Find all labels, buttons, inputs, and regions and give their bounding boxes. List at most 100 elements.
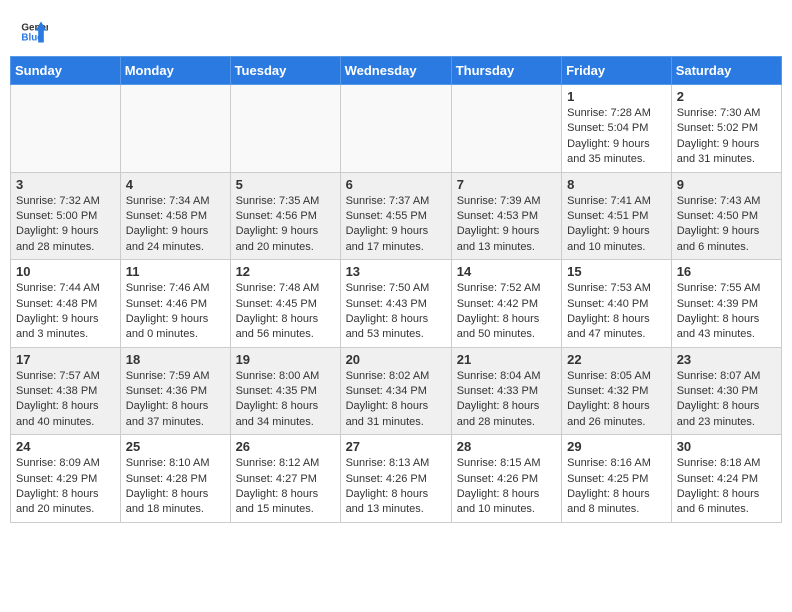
logo: General Blue: [20, 18, 48, 46]
day-header-sunday: Sunday: [11, 57, 121, 85]
day-header-tuesday: Tuesday: [230, 57, 340, 85]
calendar-cell: 18 Sunrise: 7:59 AM Sunset: 4:36 PM Dayli…: [120, 347, 230, 435]
day-info: Sunrise: 7:35 AM Sunset: 4:56 PM Dayligh…: [236, 194, 335, 256]
day-info: Sunrise: 7:32 AM Sunset: 5:00 PM Dayligh…: [16, 194, 115, 256]
day-info: Sunrise: 7:41 AM Sunset: 4:51 PM Dayligh…: [567, 194, 666, 256]
calendar-week-row: 10 Sunrise: 7:44 AM Sunset: 4:48 PM Dayli…: [11, 260, 782, 348]
calendar-week-row: 3 Sunrise: 7:32 AM Sunset: 5:00 PM Daylig…: [11, 172, 782, 260]
day-number: 11: [126, 264, 225, 279]
header: General Blue: [10, 10, 782, 50]
calendar-cell: [340, 85, 451, 173]
calendar-week-row: 1 Sunrise: 7:28 AM Sunset: 5:04 PM Daylig…: [11, 85, 782, 173]
day-number: 5: [236, 177, 335, 192]
calendar-cell: 2 Sunrise: 7:30 AM Sunset: 5:02 PM Daylig…: [671, 85, 781, 173]
calendar-cell: 11 Sunrise: 7:46 AM Sunset: 4:46 PM Dayli…: [120, 260, 230, 348]
day-number: 20: [346, 352, 446, 367]
calendar-cell: 29Sunrise: 8:16 AM Sunset: 4:25 PM Dayli…: [562, 435, 672, 523]
day-info: Sunrise: 7:50 AM Sunset: 4:43 PM Dayligh…: [346, 281, 446, 343]
calendar-cell: 8 Sunrise: 7:41 AM Sunset: 4:51 PM Daylig…: [562, 172, 672, 260]
logo-icon: General Blue: [20, 18, 48, 46]
day-number: 18: [126, 352, 225, 367]
day-number: 15: [567, 264, 666, 279]
day-header-friday: Friday: [562, 57, 672, 85]
day-info: Sunrise: 8:15 AM Sunset: 4:26 PM Dayligh…: [457, 456, 556, 518]
day-info: Sunrise: 7:57 AM Sunset: 4:38 PM Dayligh…: [16, 369, 115, 431]
day-number: 21: [457, 352, 556, 367]
calendar-cell: 28 Sunrise: 8:15 AM Sunset: 4:26 PM Dayli…: [451, 435, 561, 523]
day-info: Sunrise: 7:39 AM Sunset: 4:53 PM Dayligh…: [457, 194, 556, 256]
calendar-week-row: 17 Sunrise: 7:57 AM Sunset: 4:38 PM Dayli…: [11, 347, 782, 435]
day-number: 19: [236, 352, 335, 367]
day-number: 1: [567, 89, 666, 104]
calendar-cell: 23Sunrise: 8:07 AM Sunset: 4:30 PM Dayli…: [671, 347, 781, 435]
day-info: Sunrise: 7:28 AM Sunset: 5:04 PM Dayligh…: [567, 106, 666, 168]
day-number: 16: [677, 264, 776, 279]
calendar-cell: 3 Sunrise: 7:32 AM Sunset: 5:00 PM Daylig…: [11, 172, 121, 260]
day-number: 8: [567, 177, 666, 192]
day-info: Sunrise: 8:13 AM Sunset: 4:26 PM Dayligh…: [346, 456, 446, 518]
day-header-wednesday: Wednesday: [340, 57, 451, 85]
day-number: 25: [126, 439, 225, 454]
day-info: Sunrise: 8:18 AM Sunset: 4:24 PM Dayligh…: [677, 456, 776, 518]
day-number: 9: [677, 177, 776, 192]
calendar: SundayMondayTuesdayWednesdayThursdayFrid…: [10, 56, 782, 523]
day-info: Sunrise: 7:48 AM Sunset: 4:45 PM Dayligh…: [236, 281, 335, 343]
day-info: Sunrise: 8:05 AM Sunset: 4:32 PM Dayligh…: [567, 369, 666, 431]
day-info: Sunrise: 8:10 AM Sunset: 4:28 PM Dayligh…: [126, 456, 225, 518]
calendar-cell: 5 Sunrise: 7:35 AM Sunset: 4:56 PM Daylig…: [230, 172, 340, 260]
day-number: 22: [567, 352, 666, 367]
calendar-cell: 21Sunrise: 8:04 AM Sunset: 4:33 PM Dayli…: [451, 347, 561, 435]
calendar-cell: 14Sunrise: 7:52 AM Sunset: 4:42 PM Dayli…: [451, 260, 561, 348]
day-number: 26: [236, 439, 335, 454]
calendar-cell: [11, 85, 121, 173]
calendar-cell: [120, 85, 230, 173]
calendar-cell: 25 Sunrise: 8:10 AM Sunset: 4:28 PM Dayli…: [120, 435, 230, 523]
day-number: 14: [457, 264, 556, 279]
calendar-cell: 4 Sunrise: 7:34 AM Sunset: 4:58 PM Daylig…: [120, 172, 230, 260]
calendar-cell: 19 Sunrise: 8:00 AM Sunset: 4:35 PM Dayli…: [230, 347, 340, 435]
day-number: 27: [346, 439, 446, 454]
day-number: 29: [567, 439, 666, 454]
calendar-cell: 27 Sunrise: 8:13 AM Sunset: 4:26 PM Dayli…: [340, 435, 451, 523]
calendar-cell: 17 Sunrise: 7:57 AM Sunset: 4:38 PM Dayli…: [11, 347, 121, 435]
day-info: Sunrise: 8:07 AM Sunset: 4:30 PM Dayligh…: [677, 369, 776, 431]
day-number: 17: [16, 352, 115, 367]
calendar-cell: 16 Sunrise: 7:55 AM Sunset: 4:39 PM Dayli…: [671, 260, 781, 348]
day-header-monday: Monday: [120, 57, 230, 85]
day-number: 30: [677, 439, 776, 454]
day-info: Sunrise: 7:34 AM Sunset: 4:58 PM Dayligh…: [126, 194, 225, 256]
calendar-header-row: SundayMondayTuesdayWednesdayThursdayFrid…: [11, 57, 782, 85]
calendar-cell: 22 Sunrise: 8:05 AM Sunset: 4:32 PM Dayli…: [562, 347, 672, 435]
day-number: 2: [677, 89, 776, 104]
day-info: Sunrise: 7:46 AM Sunset: 4:46 PM Dayligh…: [126, 281, 225, 343]
day-info: Sunrise: 7:53 AM Sunset: 4:40 PM Dayligh…: [567, 281, 666, 343]
calendar-cell: 24Sunrise: 8:09 AM Sunset: 4:29 PM Dayli…: [11, 435, 121, 523]
day-info: Sunrise: 7:55 AM Sunset: 4:39 PM Dayligh…: [677, 281, 776, 343]
calendar-cell: [230, 85, 340, 173]
day-info: Sunrise: 7:30 AM Sunset: 5:02 PM Dayligh…: [677, 106, 776, 168]
day-number: 3: [16, 177, 115, 192]
day-info: Sunrise: 7:44 AM Sunset: 4:48 PM Dayligh…: [16, 281, 115, 343]
calendar-cell: 12 Sunrise: 7:48 AM Sunset: 4:45 PM Dayli…: [230, 260, 340, 348]
calendar-cell: 30 Sunrise: 8:18 AM Sunset: 4:24 PM Dayli…: [671, 435, 781, 523]
day-number: 28: [457, 439, 556, 454]
day-number: 12: [236, 264, 335, 279]
calendar-cell: 10 Sunrise: 7:44 AM Sunset: 4:48 PM Dayli…: [11, 260, 121, 348]
day-info: Sunrise: 8:02 AM Sunset: 4:34 PM Dayligh…: [346, 369, 446, 431]
day-info: Sunrise: 7:59 AM Sunset: 4:36 PM Dayligh…: [126, 369, 225, 431]
day-number: 4: [126, 177, 225, 192]
calendar-cell: [451, 85, 561, 173]
day-number: 7: [457, 177, 556, 192]
day-info: Sunrise: 7:37 AM Sunset: 4:55 PM Dayligh…: [346, 194, 446, 256]
day-info: Sunrise: 8:00 AM Sunset: 4:35 PM Dayligh…: [236, 369, 335, 431]
day-info: Sunrise: 8:09 AM Sunset: 4:29 PM Dayligh…: [16, 456, 115, 518]
day-number: 10: [16, 264, 115, 279]
calendar-week-row: 24Sunrise: 8:09 AM Sunset: 4:29 PM Dayli…: [11, 435, 782, 523]
calendar-cell: 6 Sunrise: 7:37 AM Sunset: 4:55 PM Daylig…: [340, 172, 451, 260]
day-number: 6: [346, 177, 446, 192]
calendar-cell: 15 Sunrise: 7:53 AM Sunset: 4:40 PM Dayli…: [562, 260, 672, 348]
day-header-thursday: Thursday: [451, 57, 561, 85]
calendar-cell: 9Sunrise: 7:43 AM Sunset: 4:50 PM Daylig…: [671, 172, 781, 260]
day-number: 13: [346, 264, 446, 279]
day-info: Sunrise: 8:12 AM Sunset: 4:27 PM Dayligh…: [236, 456, 335, 518]
